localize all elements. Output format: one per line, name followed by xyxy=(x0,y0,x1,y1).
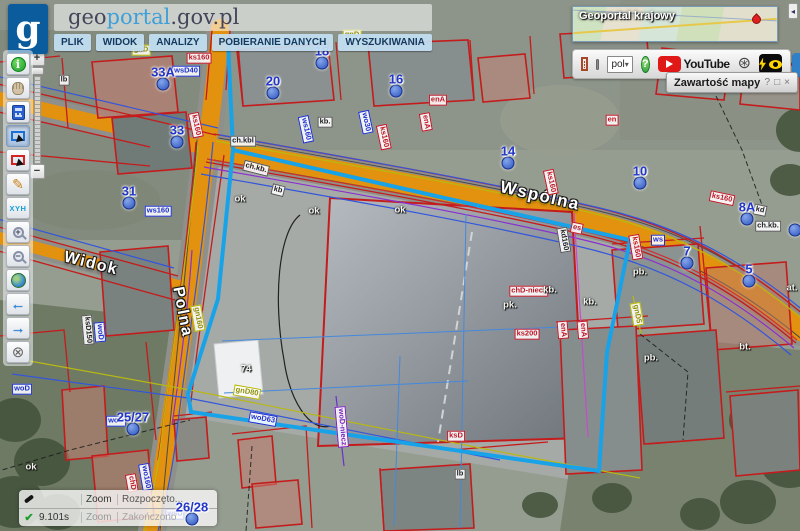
map-toolbar: i ✎ XYH + − ← → ⊗ xyxy=(3,50,33,366)
select-rectangle-icon xyxy=(11,131,25,141)
help-button[interactable]: ? xyxy=(641,56,650,73)
lightning-icon xyxy=(759,58,766,71)
status-row-running: ZoomRozpoczęto... xyxy=(19,490,217,508)
settings-wheel-icon[interactable]: ⊛ xyxy=(738,56,751,72)
select-rectangle-red-icon xyxy=(11,155,25,165)
close-circle-icon: ⊗ xyxy=(12,345,25,360)
attribute-table-tool[interactable] xyxy=(6,101,30,123)
status-row-done: ✔ 9.101sZoomZakończono xyxy=(19,508,217,526)
attribute-table-icon xyxy=(12,105,25,120)
zoom-in-tool[interactable]: + xyxy=(6,221,30,243)
panel-help-icon[interactable]: ? xyxy=(765,77,771,88)
eye-icon xyxy=(769,60,782,69)
select-rect-tool[interactable] xyxy=(6,125,30,147)
previous-view-tool[interactable]: ← xyxy=(6,293,30,315)
status-message: Rozpoczęto... xyxy=(117,494,217,505)
menu-item-analizy[interactable]: ANALIZY xyxy=(149,34,206,51)
process-icon xyxy=(24,494,34,503)
youtube-label: YouTube xyxy=(684,57,730,71)
title-govpl: .gov.pl xyxy=(170,5,239,29)
panel-maximize-icon[interactable]: □ xyxy=(774,77,780,88)
language-select[interactable]: pol▾ xyxy=(607,56,632,73)
geoportal-app: WspólnaWidokPolnawsD40ks160gnDgnDlbws160… xyxy=(0,0,800,531)
geoportal-logo[interactable]: g xyxy=(8,4,48,54)
keyboard-icon[interactable] xyxy=(596,59,600,70)
menu-item-pobieranie-danych[interactable]: POBIERANIE DANYCH xyxy=(212,34,334,51)
title-geo: geo xyxy=(68,5,107,29)
menu-item-widok[interactable]: WIDOK xyxy=(96,34,144,51)
contrast-toggle[interactable] xyxy=(759,54,782,74)
pencil-icon: ✎ xyxy=(12,177,24,191)
overview-collapse-button[interactable]: ◂ xyxy=(788,3,798,19)
next-view-tool[interactable]: → xyxy=(6,317,30,339)
info-icon: i xyxy=(11,57,26,72)
youtube-link[interactable]: YouTube xyxy=(658,56,730,72)
menu-item-wyszukiwania[interactable]: WYSZUKIWANIA xyxy=(338,34,431,51)
hand-icon xyxy=(12,82,24,95)
chevron-down-icon: ▾ xyxy=(625,60,629,69)
main-menu: PLIK WIDOK ANALIZY POBIERANIE DANYCHWYSZUKI… xyxy=(54,34,432,51)
overview-map[interactable]: Geoportal krajowy xyxy=(572,6,778,42)
status-action: Zoom xyxy=(81,494,117,505)
xyh-coordinates-icon: XYH xyxy=(10,204,27,213)
select-red-rect-tool[interactable] xyxy=(6,149,30,171)
list-icon[interactable] xyxy=(581,57,588,71)
panel-controls: ? □ × xyxy=(765,77,790,88)
zoom-out-tool[interactable]: − xyxy=(6,245,30,267)
draw-measure-tool[interactable]: ✎ xyxy=(6,173,30,195)
full-extent-tool[interactable] xyxy=(6,269,30,291)
clear-selection-tool[interactable]: ⊗ xyxy=(6,341,30,363)
pan-tool[interactable] xyxy=(6,77,30,99)
header: g geoportal.gov.pl PLIK WIDOK ANALIZY POBIE… xyxy=(8,4,432,54)
status-action: Zoom xyxy=(81,512,117,523)
menu-item-plik[interactable]: PLIK xyxy=(54,34,91,51)
map-contents-panel[interactable]: Zawartość mapy ? □ × xyxy=(666,72,798,93)
status-panel: ZoomRozpoczęto... ✔ 9.101sZoomZakończono xyxy=(19,490,217,526)
status-duration: 9.101s xyxy=(39,512,81,523)
arrow-left-icon: ← xyxy=(11,297,26,312)
language-value: pol xyxy=(611,59,624,70)
info-tool[interactable]: i xyxy=(6,53,30,75)
globe-icon xyxy=(11,273,26,288)
magnifier-plus-icon: + xyxy=(13,227,24,238)
youtube-play-icon xyxy=(658,56,681,72)
coordinates-xyh-tool[interactable]: XYH xyxy=(6,197,30,219)
status-message: Zakończono xyxy=(117,512,217,523)
overview-title: Geoportal krajowy xyxy=(579,10,675,22)
title-portal: portal xyxy=(107,5,171,29)
location-pin-icon xyxy=(750,13,763,26)
arrow-right-icon: → xyxy=(11,321,26,336)
zoom-slider-track[interactable] xyxy=(34,76,41,164)
site-title: geoportal.gov.pl xyxy=(54,4,432,31)
panel-close-icon[interactable]: × xyxy=(784,77,790,88)
magnifier-minus-icon: − xyxy=(13,251,24,262)
map-contents-title: Zawartość mapy xyxy=(674,77,765,89)
check-icon: ✔ xyxy=(24,511,33,524)
